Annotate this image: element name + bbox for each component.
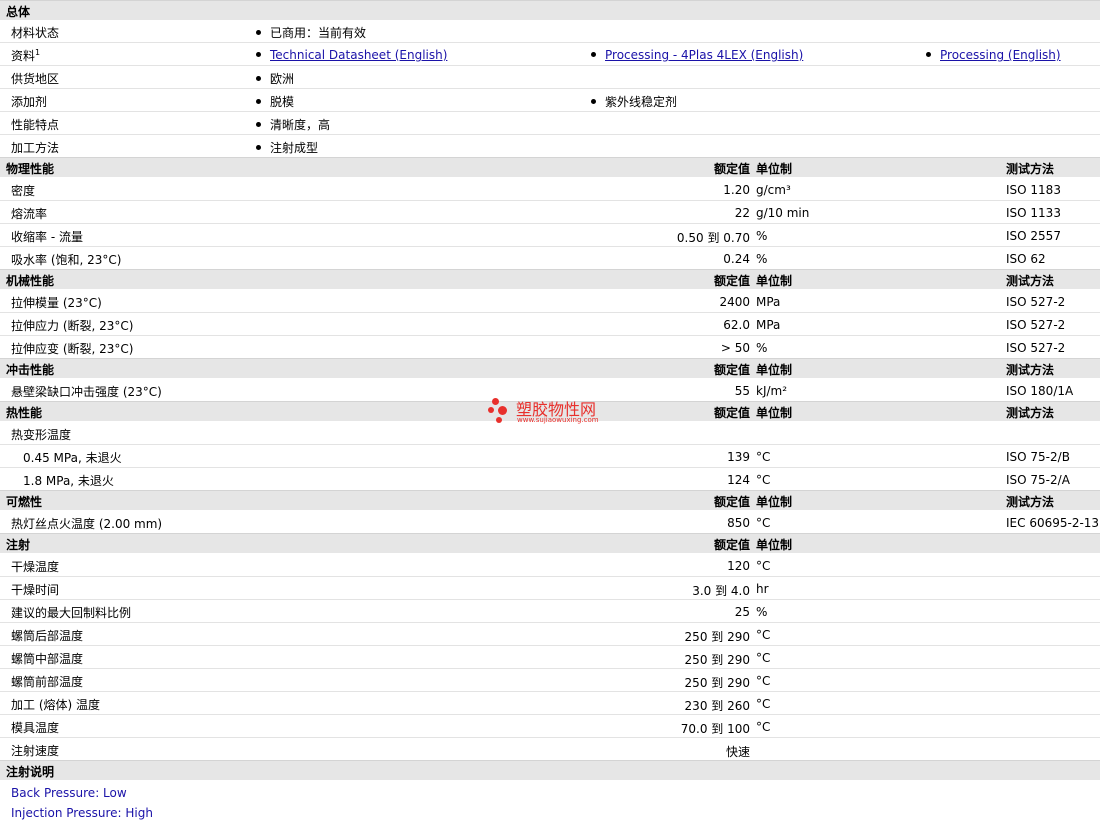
mechanical-section-header: 机械性能 额定值 单位制 测试方法 — [0, 269, 1100, 289]
column-header-test: 测试方法 — [1006, 406, 1055, 420]
section-title: 冲击性能 — [6, 363, 55, 377]
list-item: Processing - 4Plas 4LEX (English) — [591, 48, 803, 62]
table-row: 干燥时间 3.0 到 4.0 hr — [0, 577, 1100, 600]
general-row-region: 供货地区 欧洲 — [0, 66, 1100, 89]
general-row-processing: 加工方法 注射成型 — [0, 135, 1100, 158]
bullet-icon — [256, 145, 261, 150]
section-title: 物理性能 — [6, 162, 55, 176]
table-row: 注射速度 快速 — [11, 744, 750, 759]
row-label: 性能特点 — [11, 118, 60, 132]
section-title: 注射 — [6, 538, 31, 552]
table-row: 熔流率 22 g/10 min ISO 1133 — [0, 201, 1100, 224]
column-header-value: 额定值 — [713, 495, 750, 509]
column-header-value: 额定值 — [713, 162, 750, 176]
column-header-test: 测试方法 — [1006, 274, 1055, 288]
general-row-features: 性能特点 清晰度，高 — [0, 112, 1100, 135]
column-header-unit: 单位制 — [756, 495, 793, 509]
column-header-test: 测试方法 — [1006, 363, 1055, 377]
table-row: 螺筒中部温度 250 到 290 °C — [0, 646, 1100, 669]
list-item: 已商用：当前有效 — [256, 24, 366, 41]
row-label: 加工方法 — [11, 141, 60, 155]
bullet-icon — [591, 52, 596, 57]
list-item: 欧洲 — [256, 70, 294, 87]
list-item: Technical Datasheet (English) — [256, 48, 447, 62]
row-label: 资料1 — [11, 48, 41, 63]
column-header-test: 测试方法 — [1006, 495, 1055, 509]
section-title: 热性能 — [6, 406, 43, 420]
bullet-icon — [926, 52, 931, 57]
section-title: 机械性能 — [6, 274, 55, 288]
column-header-value: 额定值 — [713, 363, 750, 377]
table-row: 加工 (熔体) 温度 230 到 260 °C — [0, 692, 1100, 715]
table-row: 模具温度 70.0 到 100 °C — [0, 715, 1100, 738]
note-line: Back Pressure: Low — [11, 786, 127, 800]
column-header-unit: 单位制 — [756, 406, 793, 420]
table-row: 拉伸应变 (断裂, 23°C) > 50 % ISO 527-2 — [11, 341, 1066, 356]
injection-section-header: 注射 额定值 单位制 — [0, 533, 1100, 553]
general-row-additives: 添加剂 脱模 紫外线稳定剂 — [0, 89, 1100, 112]
section-title: 注射说明 — [6, 765, 55, 779]
column-header-unit: 单位制 — [756, 162, 793, 176]
table-row: 收缩率 - 流量 0.50 到 0.70 % ISO 2557 — [0, 224, 1100, 247]
table-row: 拉伸模量 (23°C) 2400 MPa ISO 527-2 — [0, 290, 1100, 313]
column-header-unit: 单位制 — [756, 363, 793, 377]
table-row: 吸水率 (饱和, 23°C) 0.24 % ISO 62 — [11, 252, 1046, 267]
bullet-icon — [256, 76, 261, 81]
processing-link[interactable]: Processing (English) — [940, 48, 1061, 62]
technical-datasheet-link[interactable]: Technical Datasheet (English) — [270, 48, 447, 62]
general-row-docs: 资料1 Technical Datasheet (English) Proces… — [0, 43, 1100, 66]
column-header-value: 额定值 — [713, 274, 750, 288]
column-header-test: 测试方法 — [1006, 162, 1055, 176]
table-row: 螺筒后部温度 250 到 290 °C — [0, 623, 1100, 646]
impact-section-header: 冲击性能 额定值 单位制 测试方法 — [0, 358, 1100, 378]
table-row: 干燥温度 120 °C — [0, 554, 1100, 577]
column-header-unit: 单位制 — [756, 538, 793, 552]
flammability-section-header: 可燃性 额定值 单位制 测试方法 — [0, 490, 1100, 510]
physical-section-header: 物理性能 额定值 单位制 测试方法 — [0, 157, 1100, 177]
table-row: 螺筒前部温度 250 到 290 °C — [0, 669, 1100, 692]
list-item: Processing (English) — [926, 48, 1061, 62]
note-line: Injection Pressure: High — [11, 806, 153, 820]
table-row: 密度 1.20 g/cm³ ISO 1183 — [0, 178, 1100, 201]
list-item: 注射成型 — [256, 139, 318, 156]
list-item: 清晰度，高 — [256, 116, 330, 133]
column-header-value: 额定值 — [713, 406, 750, 420]
row-label: 供货地区 — [11, 72, 60, 86]
injection-notes-header: 注射说明 — [0, 760, 1100, 780]
column-header-unit: 单位制 — [756, 274, 793, 288]
general-row-status: 材料状态 已商用：当前有效 — [0, 20, 1100, 43]
section-title: 可燃性 — [6, 495, 43, 509]
table-row: 拉伸应力 (断裂, 23°C) 62.0 MPa ISO 527-2 — [0, 313, 1100, 336]
table-row: 1.8 MPa, 未退火 124 °C ISO 75-2/A — [23, 473, 1070, 488]
bullet-icon — [591, 99, 596, 104]
section-title: 总体 — [6, 5, 31, 19]
row-label: 材料状态 — [11, 26, 60, 40]
table-row: 建议的最大回制料比例 25 % — [0, 600, 1100, 623]
table-row: 0.45 MPa, 未退火 139 °C ISO 75-2/B — [0, 445, 1100, 468]
watermark-logo: 塑胶物性网 www.sujiaowuxing.com — [488, 394, 628, 428]
bullet-icon — [256, 99, 261, 104]
table-row: 热灯丝点火温度 (2.00 mm) 850 °C IEC 60695-2-13 — [11, 516, 1100, 531]
column-header-value: 额定值 — [713, 538, 750, 552]
list-item: 紫外线稳定剂 — [591, 93, 677, 110]
watermark-url: www.sujiaowuxing.com — [517, 416, 599, 424]
bullet-icon — [256, 52, 261, 57]
bullet-icon — [256, 30, 261, 35]
processing-4plas-link[interactable]: Processing - 4Plas 4LEX (English) — [605, 48, 803, 62]
bullet-icon — [256, 122, 261, 127]
general-section-header: 总体 — [0, 0, 1100, 20]
row-label: 添加剂 — [11, 95, 48, 109]
list-item: 脱模 — [256, 93, 294, 110]
